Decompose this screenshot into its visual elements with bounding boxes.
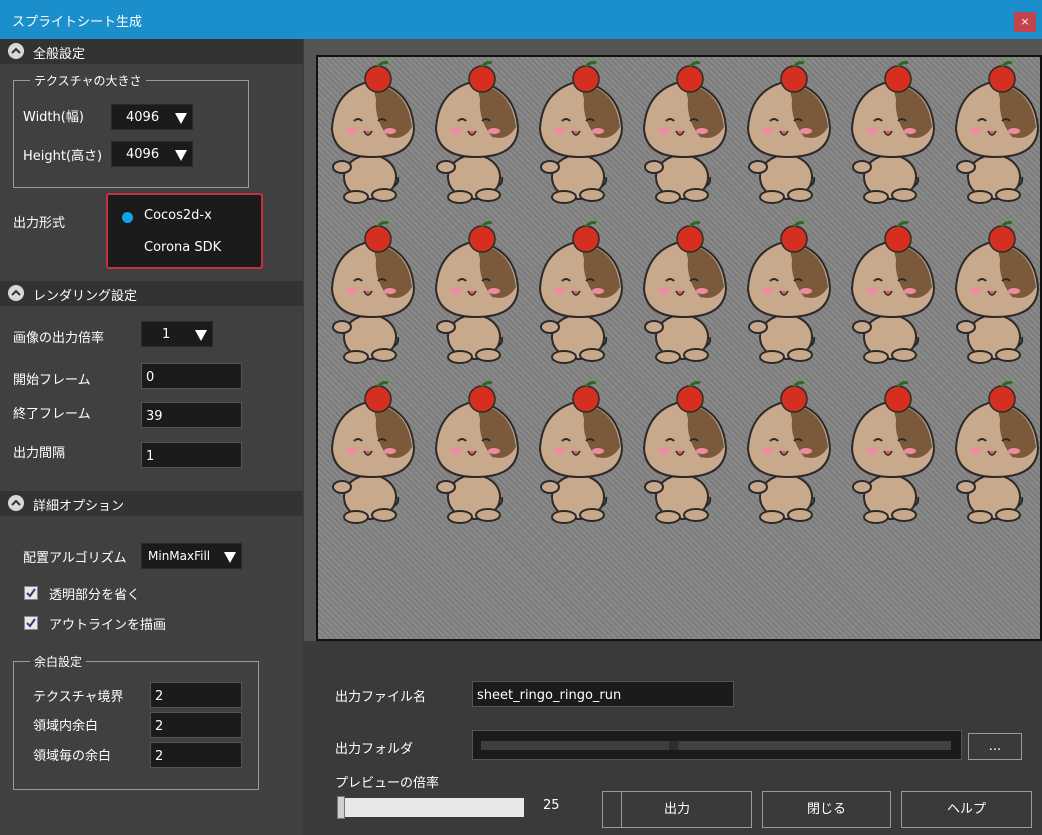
sprite-frame (850, 61, 936, 204)
close-button[interactable]: × (1014, 12, 1036, 32)
texture-border-input[interactable]: 2 (150, 682, 242, 708)
height-label: Height(高さ) (23, 149, 103, 164)
rendering-section-title: レンダリング設定 (33, 289, 138, 304)
algorithm-value: MinMaxFill (148, 549, 211, 563)
chevron-up-icon[interactable] (8, 495, 24, 511)
rendering-section-header[interactable]: レンダリング設定 (0, 281, 303, 306)
start-frame-label: 開始フレーム (13, 373, 91, 388)
sprite-frame (642, 381, 728, 524)
sprite-frame (538, 221, 624, 364)
texture-border-label: テクスチャ境界 (33, 690, 124, 705)
sprite-frame (434, 61, 520, 204)
sprite-frame (434, 381, 520, 524)
texture-size-group-title: テクスチャの大きさ (30, 72, 146, 89)
format-listbox[interactable]: Cocos2d-x Corona SDK (106, 193, 263, 269)
detail-section-title: 詳細オプション (33, 499, 125, 514)
width-label: Width(幅) (23, 110, 84, 125)
output-file-label: 出力ファイル名 (335, 690, 427, 705)
sprite-frame (746, 221, 832, 364)
sprite-frame (538, 381, 624, 524)
each-margin-input[interactable]: 2 (150, 742, 242, 768)
algorithm-dropdown[interactable]: MinMaxFill (141, 543, 242, 569)
window-title: スプライトシート生成 (12, 15, 143, 30)
sprite-frame (954, 381, 1040, 524)
sprite-frame (746, 61, 832, 204)
dropdown-arrow-icon (175, 150, 187, 161)
format-option-corona[interactable]: Corona SDK (144, 240, 221, 255)
preview-panel[interactable] (304, 39, 1042, 641)
each-margin-label: 領域毎の余白 (33, 749, 112, 764)
output-folder-label: 出力フォルダ (335, 742, 414, 757)
start-frame-input[interactable]: 0 (141, 363, 242, 389)
dropdown-arrow-icon (175, 113, 187, 124)
scale-dropdown[interactable]: 1 (141, 321, 213, 347)
output-button[interactable]: 出力 (602, 791, 752, 828)
height-dropdown[interactable]: 4096 (111, 141, 193, 167)
outline-label: アウトラインを描画 (49, 618, 167, 633)
dropdown-arrow-icon (195, 330, 207, 341)
output-file-input[interactable]: sheet_ringo_ringo_run (472, 681, 734, 707)
scale-label: 画像の出力倍率 (13, 331, 105, 346)
sprite-frame (642, 61, 728, 204)
browse-folder-button[interactable]: ... (968, 733, 1022, 760)
height-value: 4096 (126, 147, 160, 162)
folder-path-text (481, 741, 951, 750)
preview-zoom-label: プレビューの倍率 (335, 776, 440, 791)
button-divider (621, 792, 622, 827)
sprite-sheet-preview (316, 55, 1042, 641)
trim-label: 透明部分を省く (49, 588, 141, 603)
algorithm-label: 配置アルゴリズム (23, 551, 127, 566)
dropdown-arrow-icon (224, 552, 236, 563)
sprite-frame (954, 221, 1040, 364)
sprite-frame (330, 61, 416, 204)
scale-value: 1 (162, 327, 171, 342)
help-button[interactable]: ヘルプ (901, 791, 1032, 828)
sprite-frames (330, 61, 1040, 524)
sprite-frame (850, 221, 936, 364)
close-dialog-button[interactable]: 閉じる (762, 791, 891, 828)
general-section-title: 全般設定 (33, 47, 86, 62)
detail-section-header[interactable]: 詳細オプション (0, 491, 303, 516)
margin-group-title: 余白設定 (30, 653, 87, 670)
title-bar: スプライトシート生成 × (0, 0, 1042, 39)
sprite-frame (330, 221, 416, 364)
slider-handle[interactable] (337, 796, 345, 819)
format-label: 出力形式 (13, 216, 66, 231)
outline-checkbox[interactable] (24, 616, 38, 630)
selected-dot-icon (122, 212, 133, 223)
interval-label: 出力間隔 (13, 446, 66, 461)
sprite-frame (330, 381, 416, 524)
output-panel: 出力ファイル名 sheet_ringo_ringo_run 出力フォルダ ...… (304, 641, 1042, 835)
inner-margin-input[interactable]: 2 (150, 712, 242, 738)
chevron-up-icon[interactable] (8, 43, 24, 59)
settings-panel: 全般設定 テクスチャの大きさ Width(幅) 4096 Height(高さ) … (0, 39, 303, 835)
general-section-header[interactable]: 全般設定 (0, 39, 303, 64)
width-dropdown[interactable]: 4096 (111, 104, 193, 130)
sprite-frame (642, 221, 728, 364)
sprite-frame (850, 381, 936, 524)
end-frame-input[interactable]: 39 (141, 402, 242, 428)
sprite-frame (434, 221, 520, 364)
sprite-frame (538, 61, 624, 204)
preview-zoom-value: 25 (543, 798, 560, 813)
end-frame-label: 終了フレーム (13, 407, 91, 422)
output-button-label: 出力 (663, 802, 690, 817)
width-value: 4096 (126, 110, 160, 125)
interval-input[interactable]: 1 (141, 442, 242, 468)
close-icon: × (1020, 15, 1030, 28)
format-option-cocos[interactable]: Cocos2d-x (144, 208, 212, 223)
inner-margin-label: 領域内余白 (33, 719, 99, 734)
sprite-frame (954, 61, 1040, 204)
sprite-frame (746, 381, 832, 524)
preview-zoom-slider[interactable] (337, 796, 524, 819)
texture-size-group: テクスチャの大きさ (13, 72, 249, 188)
chevron-up-icon[interactable] (8, 285, 24, 301)
trim-checkbox[interactable] (24, 586, 38, 600)
output-folder-input[interactable] (472, 730, 962, 760)
